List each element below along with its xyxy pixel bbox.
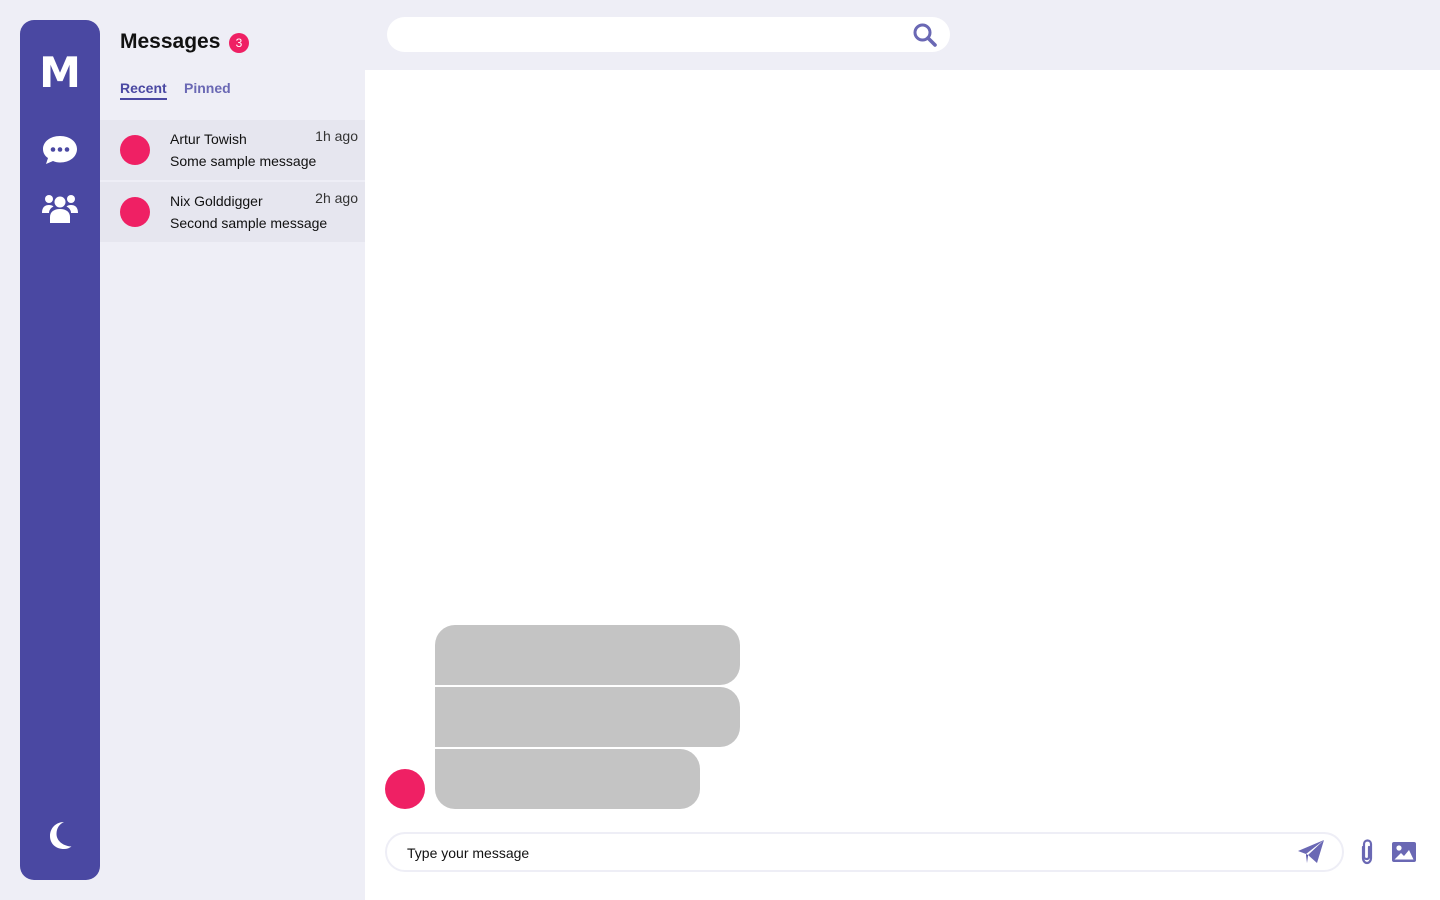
message-composer — [385, 832, 1344, 872]
rail-contacts-button[interactable] — [40, 188, 80, 228]
conversation-time: 1h ago — [315, 128, 358, 144]
top-bar — [365, 0, 1440, 70]
app-rail: M — [20, 20, 100, 880]
app-logo: M — [39, 48, 81, 97]
chat-area — [365, 70, 1440, 900]
image-upload-button[interactable] — [1391, 840, 1417, 864]
message-bubble — [435, 687, 740, 747]
page-title: Messages — [120, 30, 221, 53]
moon-icon — [50, 822, 72, 849]
search-input[interactable] — [403, 17, 897, 54]
avatar — [120, 135, 150, 165]
search-bar — [387, 17, 950, 54]
conversation-item[interactable]: Artur Towish 1h ago Some sample message — [100, 120, 365, 180]
paper-plane-icon — [1298, 840, 1324, 863]
message-input[interactable] — [405, 834, 1289, 872]
theme-toggle-button[interactable] — [40, 815, 80, 855]
conversation-preview: Some sample message — [170, 153, 317, 169]
search-icon — [913, 23, 937, 47]
send-button[interactable] — [1297, 839, 1325, 865]
unread-count-badge: 3 — [229, 33, 249, 53]
image-icon — [1392, 842, 1416, 862]
rail-chat-button[interactable] — [40, 130, 80, 170]
message-bubble — [435, 749, 700, 809]
chat-bubble-icon — [43, 136, 77, 164]
conversation-time: 2h ago — [315, 190, 358, 206]
conversation-name: Nix Golddigger — [170, 193, 263, 209]
tab-recent[interactable]: Recent — [120, 80, 167, 100]
users-icon — [42, 195, 78, 223]
search-button[interactable] — [912, 22, 938, 48]
conversation-item[interactable]: Nix Golddigger 2h ago Second sample mess… — [100, 182, 365, 242]
conversation-name: Artur Towish — [170, 131, 247, 147]
attach-button[interactable] — [1355, 838, 1379, 866]
avatar — [120, 197, 150, 227]
tab-pinned[interactable]: Pinned — [184, 80, 231, 98]
conversation-preview: Second sample message — [170, 215, 328, 231]
paperclip-icon — [1361, 839, 1373, 865]
message-bubble — [435, 625, 740, 685]
avatar — [385, 769, 425, 809]
conversation-panel: Messages 3 Recent Pinned Artur Towish 1h… — [100, 0, 365, 900]
